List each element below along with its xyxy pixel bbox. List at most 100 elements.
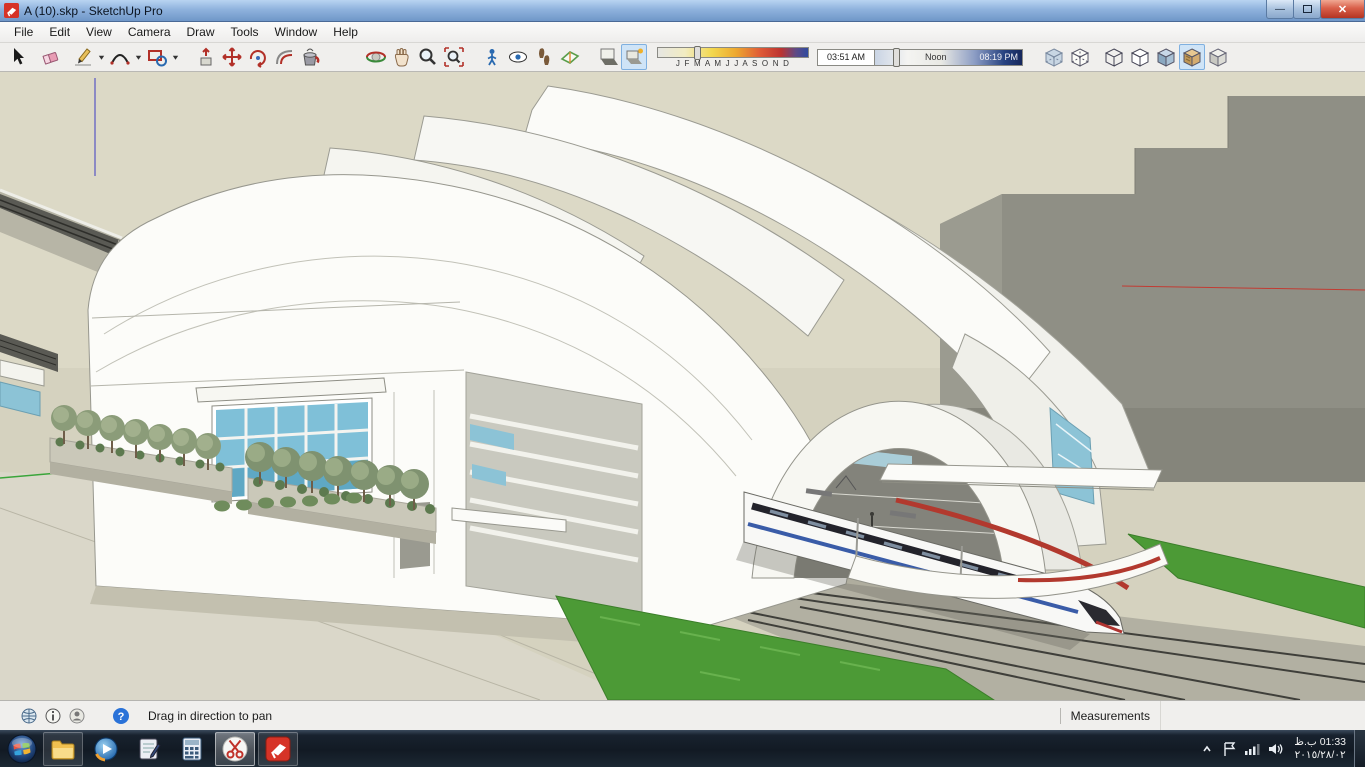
menu-tools[interactable]: Tools	[223, 23, 267, 41]
magnifier-icon	[419, 48, 436, 65]
offset-tool-button[interactable]	[271, 44, 297, 70]
shadow-settings-icon	[600, 48, 618, 65]
menu-draw[interactable]: Draw	[179, 23, 223, 41]
maximize-button[interactable]	[1293, 0, 1321, 19]
monochrome-style-icon	[1208, 48, 1228, 67]
position-camera-tool-button[interactable]	[479, 44, 505, 70]
hidden-line-style-button[interactable]	[1127, 44, 1153, 70]
select-tool-button[interactable]	[6, 44, 32, 70]
push-pull-icon	[200, 47, 212, 66]
taskbar-sketchup[interactable]	[258, 731, 298, 766]
arc-icon	[110, 54, 130, 65]
time-slider-handle[interactable]	[892, 47, 900, 67]
hidden-icons-chevron[interactable]	[1200, 742, 1214, 756]
position-camera-icon	[487, 49, 497, 66]
clock-time: 01:33 ب.ظ	[1294, 735, 1346, 748]
menu-window[interactable]: Window	[267, 23, 326, 41]
shadow-toggle-button[interactable]	[621, 44, 647, 70]
journal-icon	[139, 738, 161, 759]
eraser-tool-button[interactable]	[38, 44, 64, 70]
shapes-tool-button[interactable]	[144, 44, 170, 70]
move-tool-button[interactable]	[219, 44, 245, 70]
start-button[interactable]	[4, 731, 40, 767]
chevron-down-icon	[98, 55, 105, 60]
minimize-button[interactable]: —	[1266, 0, 1294, 19]
rectangle-shape-icon	[148, 50, 167, 67]
statusbar: ? Drag in direction to pan Measurements	[0, 700, 1365, 730]
taskbar-calculator[interactable]	[172, 732, 212, 766]
xray-style-icon	[1044, 48, 1064, 67]
back-edges-style-button[interactable]	[1067, 44, 1093, 70]
rotate-tool-button[interactable]	[245, 44, 271, 70]
geolocation-icon[interactable]	[20, 707, 38, 725]
folder-icon	[51, 740, 75, 759]
modeling-viewport[interactable]	[0, 72, 1365, 701]
menu-help[interactable]: Help	[325, 23, 366, 41]
taskbar: 01:33 ب.ظ ٢٠١٥/٢٨/٠٢	[0, 730, 1365, 767]
windows-start-icon	[7, 734, 37, 763]
menubar: File Edit View Camera Draw Tools Window …	[0, 22, 1365, 43]
chevron-down-icon	[172, 55, 179, 60]
menu-edit[interactable]: Edit	[41, 23, 78, 41]
signin-icon[interactable]	[68, 707, 86, 725]
wireframe-style-button[interactable]	[1101, 44, 1127, 70]
line-tool-dropdown[interactable]	[96, 44, 107, 70]
shadow-time-slider[interactable]: 03:51 AM Noon 08:19 PM	[817, 47, 1023, 67]
measurements-separator	[1059, 707, 1061, 724]
date-slider-track[interactable]	[657, 45, 809, 60]
action-center-icon[interactable]	[1222, 741, 1236, 757]
taskbar-journal[interactable]	[129, 732, 169, 766]
pan-tool-button[interactable]	[389, 44, 415, 70]
paint-bucket-tool-button[interactable]	[297, 44, 323, 70]
svg-text:?: ?	[118, 711, 125, 723]
orbit-icon	[366, 51, 386, 63]
network-icon[interactable]	[1244, 742, 1260, 756]
status-hint: Drag in direction to pan	[148, 708, 273, 723]
show-desktop-button[interactable]	[1354, 730, 1365, 767]
zoom-extents-tool-button[interactable]	[441, 44, 467, 70]
move-arrows-icon	[222, 47, 242, 67]
arc-tool-button[interactable]	[107, 44, 133, 70]
zoom-tool-button[interactable]	[415, 44, 441, 70]
menu-camera[interactable]: Camera	[120, 23, 179, 41]
monochrome-style-button[interactable]	[1205, 44, 1231, 70]
line-tool-button[interactable]	[70, 44, 96, 70]
taskbar-clock[interactable]: 01:33 ب.ظ ٢٠١٥/٢٨/٠٢	[1294, 736, 1346, 762]
pencil-icon	[75, 48, 91, 66]
menu-view[interactable]: View	[78, 23, 120, 41]
taskbar-snipping-tool[interactable]	[215, 731, 255, 766]
xray-style-button[interactable]	[1041, 44, 1067, 70]
measurements-value[interactable]	[1160, 701, 1365, 730]
look-around-tool-button[interactable]	[505, 44, 531, 70]
taskbar-explorer[interactable]	[43, 731, 83, 766]
window-title: A (10).skp - SketchUp Pro	[24, 3, 163, 18]
help-icon[interactable]: ?	[112, 707, 130, 725]
section-plane-tool-button[interactable]	[557, 44, 583, 70]
credits-icon[interactable]	[44, 707, 62, 725]
taskbar-media-player[interactable]	[86, 732, 126, 766]
time-slider-track[interactable]: Noon 08:19 PM	[875, 47, 1023, 67]
shaded-textures-style-button[interactable]	[1179, 44, 1205, 70]
shadow-time-value[interactable]: 03:51 AM	[817, 48, 875, 66]
titlebar[interactable]: A (10).skp - SketchUp Pro — ✕	[0, 0, 1365, 22]
menu-file[interactable]: File	[6, 23, 41, 41]
orbit-tool-button[interactable]	[363, 44, 389, 70]
shaded-style-button[interactable]	[1153, 44, 1179, 70]
back-edges-style-icon	[1070, 48, 1090, 67]
shadow-date-slider[interactable]: J F M A M J J A S O N D	[657, 45, 809, 68]
shaded-textures-style-icon	[1182, 48, 1202, 67]
sketchup-taskbar-icon	[265, 736, 291, 761]
sketchup-window: A (10).skp - SketchUp Pro — ✕ File Edit …	[0, 0, 1365, 767]
section-plane-icon	[560, 51, 580, 64]
viewport-3d-scene[interactable]	[0, 72, 1365, 701]
noon-label: Noon	[924, 51, 947, 62]
shadow-dialog-button[interactable]	[595, 44, 621, 70]
date-slider-handle[interactable]	[694, 45, 701, 60]
calculator-icon	[182, 737, 202, 760]
close-button[interactable]: ✕	[1320, 0, 1365, 19]
push-pull-tool-button[interactable]	[193, 44, 219, 70]
volume-icon[interactable]	[1268, 742, 1284, 756]
shapes-tool-dropdown[interactable]	[170, 44, 181, 70]
arc-tool-dropdown[interactable]	[133, 44, 144, 70]
walk-tool-button[interactable]	[531, 44, 557, 70]
